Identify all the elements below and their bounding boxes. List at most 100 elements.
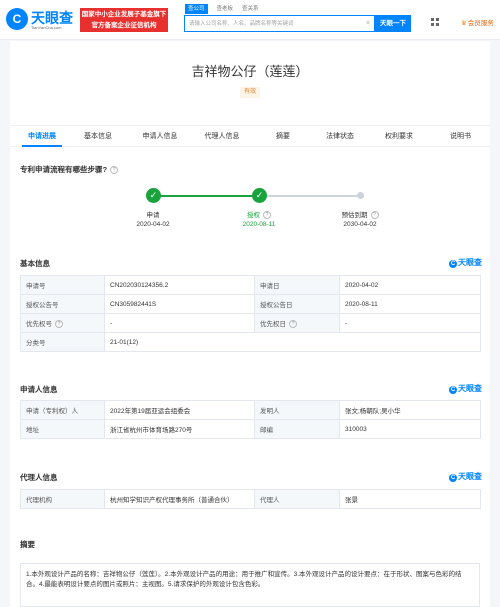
page-title: 吉祥物公仔（莲莲） (191, 64, 309, 79)
agent-info-title: 代理人信息 (20, 473, 58, 482)
applicant-info-table: 申请（专利权）人 2022年第19届亚运会组委会 发明人 张文;杨朝队;吴小华 … (20, 400, 481, 439)
help-icon[interactable]: ? (370, 211, 379, 220)
help-icon[interactable]: ? (110, 166, 119, 175)
progress-section-title: 专利申请流程有哪些步骤?? (20, 164, 119, 175)
tab-basic-info[interactable]: 基本信息 (78, 126, 118, 147)
step-date: 2030-04-02 (343, 221, 377, 228)
crown-icon: ♛ (461, 20, 467, 27)
check-icon: ✓ (252, 188, 267, 203)
label-text: 优先权日 (260, 320, 286, 328)
timeline-line-pending (265, 195, 357, 197)
step-date: 2020-08-11 (242, 221, 276, 228)
value-grant-date: 2020-08-11 (339, 294, 481, 314)
table-row: 优先权号? - 优先权日? - (20, 313, 481, 333)
brand-watermark: C 天眼查 (449, 257, 482, 268)
search-input[interactable] (189, 19, 359, 29)
app-grid-icon[interactable] (431, 18, 439, 26)
search-button[interactable]: 天眼一下 (375, 15, 411, 32)
label-applicant: 申请（专利权）人 (20, 400, 105, 420)
banner-line-2: 官方备案企业征信机构 (91, 22, 157, 29)
progress-title-text: 专利申请流程有哪些步骤? (20, 165, 108, 174)
tab-agent-info[interactable]: 代理人信息 (197, 126, 247, 147)
table-row: 申请号 CN202030124356.2 申请日 2020-04-02 (20, 275, 481, 295)
table-row: 授权公告号 CN305982441S 授权公告日 2020-08-11 (20, 294, 481, 314)
timeline-step-apply: 申请 2020-04-02 (123, 211, 183, 229)
table-row: 分类号 21-01(12) (20, 332, 481, 352)
detail-tabs: 申请进展 基本信息 申请人信息 代理人信息 摘要 法律状态 权利要求 说明书 (10, 125, 490, 147)
agency-link[interactable]: 杭州知学知识产权代理事务所（普通合伙） (104, 489, 255, 509)
search-type-tabs: 查公司 查老板 查关系 (185, 4, 268, 14)
brand-text: 天眼查 (458, 472, 482, 481)
label-grant-number: 授权公告号 (20, 294, 105, 314)
top-navigation-bar: C 天眼查 TianYanCha.com 国家中小企业发展子基金旗下 官方备案企… (0, 0, 500, 40)
logo-mark-icon: C (6, 8, 28, 30)
patent-detail-card: 吉祥物公仔（莲莲） 有效 申请进展 基本信息 申请人信息 代理人信息 摘要 法律… (10, 41, 490, 607)
timeline-line-done (153, 195, 259, 197)
table-row: 代理机构 杭州知学知识产权代理事务所（普通合伙） 代理人 张景 (20, 489, 481, 509)
search-tab-boss[interactable]: 查老板 (217, 4, 234, 14)
clear-icon[interactable]: × (366, 19, 370, 28)
value-inventor: 张文;杨朝队;吴小华 (339, 400, 481, 420)
table-row: 地址 浙江省杭州市体育场路270号 邮编 310003 (20, 419, 481, 439)
status-badge: 有效 (239, 87, 261, 98)
value-address: 浙江省杭州市体育场路270号 (104, 419, 255, 439)
search-tab-company[interactable]: 查公司 (185, 4, 208, 14)
help-icon[interactable]: ? (289, 320, 297, 329)
basic-info-table: 申请号 CN202030124356.2 申请日 2020-04-02 授权公告… (20, 275, 481, 352)
value-postcode: 310003 (339, 419, 481, 439)
step-label: 预估到期 (341, 212, 368, 219)
tab-applicant-info[interactable]: 申请人信息 (135, 126, 185, 147)
value-priority-date: - (339, 313, 481, 333)
official-banner[interactable]: 国家中小企业发展子基金旗下 官方备案企业征信机构 (80, 8, 168, 32)
abstract-text: 1.本外观设计产品的名称：吉祥物公仔（莲莲）。2.本外观设计产品的用途：用于推广… (20, 563, 480, 607)
search-box: × (184, 15, 375, 32)
label-postcode: 邮编 (254, 419, 340, 439)
value-grant-number: CN305982441S (104, 294, 255, 314)
brand-text: 天眼查 (458, 384, 482, 393)
help-icon[interactable]: ? (263, 211, 271, 220)
label-application-number: 申请号 (20, 275, 105, 295)
applicant-info-title: 申请人信息 (20, 385, 58, 394)
timeline-step-grant: 授权? 2020-08-11 (229, 211, 289, 229)
tab-claims[interactable]: 权利要求 (379, 126, 419, 147)
check-icon: ✓ (146, 188, 161, 203)
step-date: 2020-04-02 (136, 221, 170, 228)
tab-description[interactable]: 说明书 (443, 126, 478, 147)
label-grant-date: 授权公告日 (254, 294, 340, 314)
progress-timeline: ✓ ✓ 申请 2020-04-02 授权? 2020-08-11 预估到期? 2… (135, 187, 379, 237)
tab-abstract[interactable]: 摘要 (268, 126, 298, 147)
tab-legal-status[interactable]: 法律状态 (320, 126, 360, 147)
table-row: 申请（专利权）人 2022年第19届亚运会组委会 发明人 张文;杨朝队;吴小华 (20, 400, 481, 420)
step-label: 申请 (146, 212, 160, 219)
applicant-link[interactable]: 2022年第19届亚运会组委会 (104, 400, 255, 420)
tab-progress[interactable]: 申请进展 (22, 126, 62, 147)
vip-service-label: 会员服务 (467, 20, 494, 27)
value-application-date: 2020-04-02 (339, 275, 481, 295)
site-logo[interactable]: C 天眼查 TianYanCha.com (6, 7, 76, 33)
help-icon[interactable]: ? (55, 320, 63, 329)
brand-logo-icon: C (449, 260, 457, 268)
brand-watermark: C 天眼查 (449, 471, 482, 482)
timeline-step-expiry: 预估到期? 2030-04-02 (330, 211, 390, 229)
label-agent: 代理人 (254, 489, 340, 509)
value-application-number: CN202030124356.2 (104, 275, 255, 295)
logo-subtitle: TianYanCha.com (31, 25, 62, 30)
banner-line-1: 国家中小企业发展子基金旗下 (81, 11, 167, 18)
brand-watermark: C 天眼查 (449, 383, 482, 394)
value-agent: 张景 (339, 489, 481, 509)
label-priority-number: 优先权号? (20, 313, 105, 333)
label-agency: 代理机构 (20, 489, 105, 509)
search-tab-relation[interactable]: 查关系 (242, 4, 259, 14)
basic-info-title: 基本信息 (20, 259, 50, 268)
label-classification: 分类号 (20, 332, 105, 352)
abstract-title: 摘要 (20, 540, 35, 549)
value-priority-number: - (104, 313, 255, 333)
label-priority-date: 优先权日? (254, 313, 340, 333)
label-address: 地址 (20, 419, 105, 439)
brand-logo-icon: C (449, 386, 457, 394)
label-text: 优先权号 (26, 320, 52, 328)
pending-dot-icon (357, 192, 364, 199)
step-label: 授权 (247, 212, 260, 219)
label-application-date: 申请日 (254, 275, 340, 295)
vip-service-link[interactable]: ♛会员服务 (461, 17, 494, 27)
